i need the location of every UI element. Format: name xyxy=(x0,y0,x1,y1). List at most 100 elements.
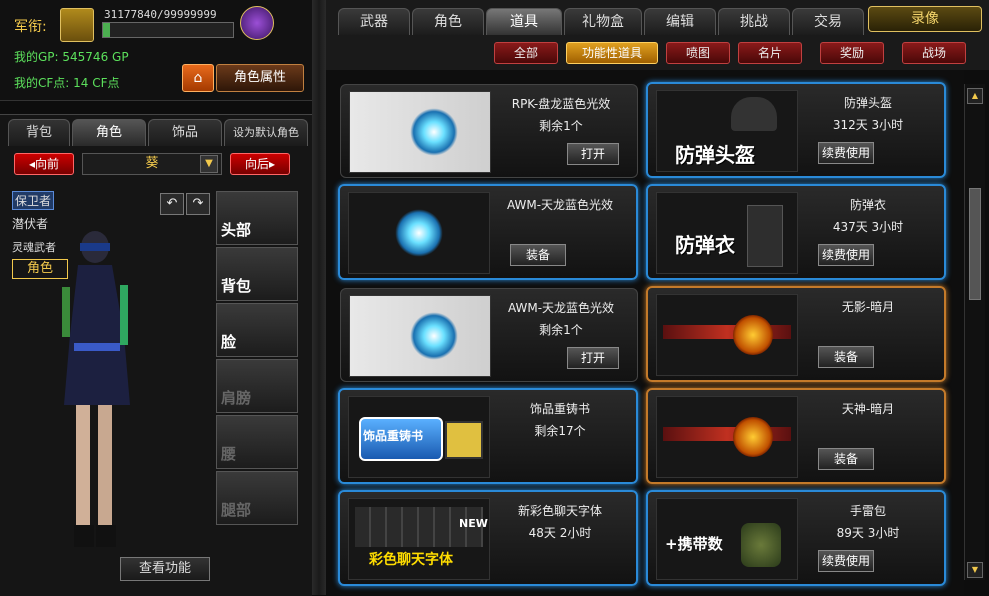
item-card[interactable]: +携带数 手雷包 89天 3小时 续费使用 xyxy=(646,490,946,586)
item-card[interactable]: 饰品重铸书 饰品重铸书 剩余17个 xyxy=(338,388,638,484)
item-card[interactable]: 防弹衣 防弹衣 437天 3小时 续费使用 xyxy=(646,184,946,280)
slot-label: 背包 xyxy=(221,277,252,295)
subtab-functional[interactable]: 功能性道具 xyxy=(566,42,658,64)
role-defender[interactable]: 保卫者 xyxy=(12,191,55,210)
item-card[interactable]: 天神-暗月 装备 xyxy=(646,388,946,484)
subtab-reward[interactable]: 奖励 xyxy=(820,42,884,64)
item-card[interactable]: AWM-天龙蓝色光效 装备 xyxy=(338,184,638,280)
slot-head[interactable]: 头部 xyxy=(216,191,298,245)
slot-label: 腰 xyxy=(221,445,237,463)
slot-label: 头部 xyxy=(221,221,252,239)
helmet-icon xyxy=(731,97,777,131)
subtab-battlefield[interactable]: 战场 xyxy=(902,42,966,64)
slot-leg[interactable]: 腿部 xyxy=(216,471,298,525)
item-thumbnail: NEW 彩色聊天字体 xyxy=(348,498,490,580)
item-thumbnail xyxy=(349,295,491,377)
rank-badge-icon xyxy=(60,8,94,42)
item-card[interactable]: NEW 彩色聊天字体 新彩色聊天字体 48天 2小时 xyxy=(338,490,638,586)
glow-effect-icon xyxy=(410,108,458,156)
renew-button[interactable]: 续费使用 xyxy=(818,550,874,572)
item-remaining: 剩余1个 xyxy=(539,119,583,133)
item-grid: RPK-盘龙蓝色光效 剩余1个 打开 防弹头盔 防弹头盔 312天 3小时 续费… xyxy=(326,70,964,595)
open-button[interactable]: 打开 xyxy=(567,347,619,369)
tab-items[interactable]: 道具 xyxy=(486,8,562,35)
item-thumbnail xyxy=(349,91,491,173)
item-thumbnail-text: 彩色聊天字体 xyxy=(369,552,453,568)
renew-button[interactable]: 续费使用 xyxy=(818,142,874,164)
exp-bar xyxy=(102,22,234,38)
vest-icon xyxy=(747,205,783,267)
item-card[interactable]: RPK-盘龙蓝色光效 剩余1个 打开 xyxy=(340,84,638,178)
scroll-thumb[interactable] xyxy=(969,188,981,300)
scroll-up-icon[interactable]: ▲ xyxy=(967,88,983,104)
set-default-role-button[interactable]: 设为默认角色 xyxy=(224,119,308,146)
item-name: 防弹衣 xyxy=(849,198,886,212)
tab-accessory[interactable]: 饰品 xyxy=(148,119,222,146)
rank-label: 军衔: xyxy=(14,19,47,35)
item-thumbnail: 防弹衣 xyxy=(656,192,798,274)
chevron-down-icon[interactable]: ▼ xyxy=(200,155,218,173)
tab-weapon[interactable]: 武器 xyxy=(338,8,410,35)
item-thumbnail xyxy=(656,294,798,376)
tab-giftbox[interactable]: 礼物盒 xyxy=(564,8,642,35)
item-thumbnail-text: 饰品重铸书 xyxy=(363,429,424,443)
tab-backpack[interactable]: 背包 xyxy=(8,119,70,146)
item-thumbnail-text: 防弹衣 xyxy=(675,233,735,257)
slot-waist[interactable]: 腰 xyxy=(216,415,298,469)
tab-edit[interactable]: 编辑 xyxy=(644,8,716,35)
exp-fill xyxy=(103,23,110,37)
record-button[interactable]: 录像 xyxy=(868,6,982,32)
subtab-all[interactable]: 全部 xyxy=(494,42,558,64)
item-name: 新彩色聊天字体 xyxy=(517,504,602,518)
tab-role[interactable]: 角色 xyxy=(412,8,484,35)
item-thumbnail xyxy=(656,396,798,478)
subtab-spray[interactable]: 喷图 xyxy=(666,42,730,64)
glow-effect-icon xyxy=(410,312,458,360)
item-name: 无影-暗月 xyxy=(841,300,895,314)
renew-button[interactable]: 续费使用 xyxy=(818,244,874,266)
character-panel: 背包 角色 饰品 设为默认角色 ◂向前 葵 ▼ 向后▸ 保卫者 潜伏者 灵魂武者… xyxy=(0,114,312,596)
next-character-button[interactable]: 向后▸ xyxy=(230,153,290,175)
grenade-icon xyxy=(741,523,781,567)
moon-emblem-icon xyxy=(733,417,773,457)
item-name: AWM-天龙蓝色光效 xyxy=(507,301,615,315)
item-thumbnail: 饰品重铸书 xyxy=(348,396,490,478)
rotate-left-icon[interactable]: ↶ xyxy=(160,193,184,215)
slot-back[interactable]: 背包 xyxy=(216,247,298,301)
item-card[interactable]: 无影-暗月 装备 xyxy=(646,286,946,382)
open-button[interactable]: 打开 xyxy=(567,143,619,165)
tab-challenge[interactable]: 挑战 xyxy=(718,8,790,35)
item-duration: 437天 3小时 xyxy=(832,220,904,234)
role-attribute-button[interactable]: 角色属性 xyxy=(216,64,304,92)
item-card[interactable]: AWM-天龙蓝色光效 剩余1个 打开 xyxy=(340,288,638,382)
equip-button[interactable]: 装备 xyxy=(818,448,874,470)
item-thumbnail: 防弹头盔 xyxy=(656,90,798,172)
subtab-namecard[interactable]: 名片 xyxy=(738,42,802,64)
item-remaining: 剩余17个 xyxy=(534,424,586,438)
scrollbar[interactable]: ▲ ▼ xyxy=(964,84,985,580)
item-card[interactable]: 防弹头盔 防弹头盔 312天 3小时 续费使用 xyxy=(646,82,946,178)
equip-button[interactable]: 装备 xyxy=(818,346,874,368)
slot-shoulder[interactable]: 肩膀 xyxy=(216,359,298,413)
equip-button[interactable]: 装备 xyxy=(510,244,566,266)
rotate-right-icon[interactable]: ↷ xyxy=(186,193,210,215)
item-thumbnail: +携带数 xyxy=(656,498,798,580)
item-duration: 89天 3小时 xyxy=(836,526,900,540)
item-name: 手雷包 xyxy=(849,504,886,518)
slot-face[interactable]: 脸 xyxy=(216,303,298,357)
tab-character[interactable]: 角色 xyxy=(72,119,146,146)
glow-effect-icon xyxy=(395,209,443,257)
item-thumbnail-text: 防弹头盔 xyxy=(675,143,755,167)
item-name: 天神-暗月 xyxy=(841,402,895,416)
view-function-button[interactable]: 查看功能 xyxy=(120,557,210,581)
item-remaining: 剩余1个 xyxy=(539,323,583,337)
home-icon[interactable]: ⌂ xyxy=(182,64,214,92)
item-duration: 312天 3小时 xyxy=(832,118,904,132)
scroll-down-icon[interactable]: ▼ xyxy=(967,562,983,578)
tab-trade[interactable]: 交易 xyxy=(792,8,864,35)
panel-divider xyxy=(312,0,326,595)
item-name: RPK-盘龙蓝色光效 xyxy=(511,97,611,111)
item-thumbnail-text: +携带数 xyxy=(665,535,723,553)
cf-text: 我的CF点: 14 CF点 xyxy=(14,76,120,90)
prev-character-button[interactable]: ◂向前 xyxy=(14,153,74,175)
